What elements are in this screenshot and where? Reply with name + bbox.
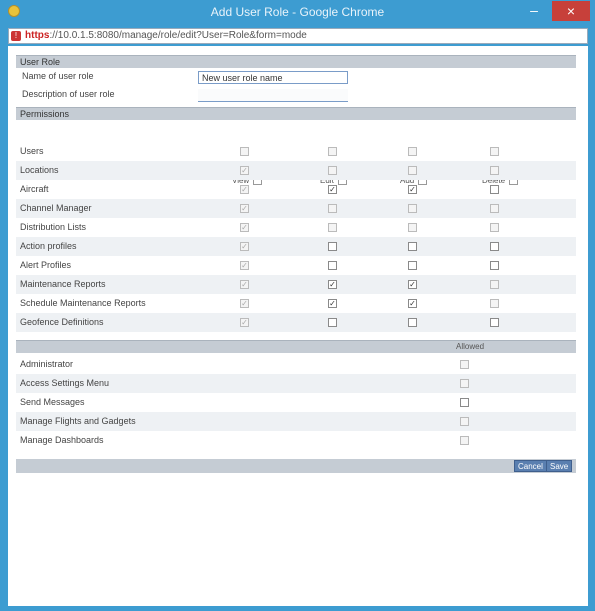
permission-row: Distribution Lists ✓ xyxy=(16,218,576,237)
permission-label: Aircraft xyxy=(20,184,49,194)
extra-permission-label: Administrator xyxy=(20,359,74,369)
permission-checkbox[interactable]: ✓ xyxy=(408,299,417,308)
permission-row: Users xyxy=(16,142,576,161)
permission-checkbox xyxy=(328,147,337,156)
permission-checkbox xyxy=(490,204,499,213)
extra-permission-row: Manage Flights and Gadgets xyxy=(16,412,576,431)
permission-checkbox: ✓ xyxy=(240,223,249,232)
allowed-checkbox xyxy=(460,360,469,369)
permission-label: Geofence Definitions xyxy=(20,317,104,327)
url-text: https://10.0.1.5:8080/manage/role/edit?U… xyxy=(25,30,307,41)
url-path: ://10.0.1.5:8080/manage/role/edit?User=R… xyxy=(49,30,307,41)
permission-label: Action profiles xyxy=(20,241,77,251)
permission-checkbox xyxy=(408,166,417,175)
permission-checkbox[interactable] xyxy=(328,261,337,270)
permissions-header: Permissions xyxy=(16,107,576,120)
lock-icon: ! xyxy=(11,31,21,41)
permission-checkbox[interactable] xyxy=(490,242,499,251)
permission-checkbox xyxy=(408,147,417,156)
address-bar[interactable]: ! https://10.0.1.5:8080/manage/role/edit… xyxy=(8,28,588,44)
dialog-content: User Role Name of user role Description … xyxy=(8,46,588,606)
permission-checkbox[interactable] xyxy=(490,185,499,194)
name-label: Name of user role xyxy=(22,71,94,81)
permission-checkbox[interactable] xyxy=(328,318,337,327)
save-button[interactable]: Save xyxy=(546,460,573,472)
url-protocol: https xyxy=(25,30,50,41)
extra-permission-label: Send Messages xyxy=(20,397,85,407)
permission-checkbox xyxy=(490,280,499,289)
permission-checkbox: ✓ xyxy=(240,242,249,251)
description-label: Description of user role xyxy=(22,89,115,99)
permission-checkbox xyxy=(490,166,499,175)
extra-permission-row: Send Messages xyxy=(16,393,576,412)
extras-header xyxy=(16,340,576,353)
permission-label: Users xyxy=(20,146,44,156)
permission-row: Action profiles ✓ xyxy=(16,237,576,256)
extra-permission-label: Access Settings Menu xyxy=(20,378,110,388)
permission-checkbox: ✓ xyxy=(240,299,249,308)
allowed-checkbox xyxy=(460,417,469,426)
permission-row: Geofence Definitions ✓ xyxy=(16,313,576,332)
permission-checkbox[interactable] xyxy=(328,242,337,251)
permission-checkbox xyxy=(490,147,499,156)
permission-checkbox[interactable] xyxy=(408,242,417,251)
permission-row: Channel Manager ✓ xyxy=(16,199,576,218)
button-bar: Cancel Save xyxy=(16,459,576,473)
permission-checkbox[interactable]: ✓ xyxy=(328,185,337,194)
permission-checkbox[interactable] xyxy=(408,261,417,270)
permission-row: Aircraft ✓ ✓ ✓ xyxy=(16,180,576,199)
permission-label: Schedule Maintenance Reports xyxy=(20,298,146,308)
permission-label: Alert Profiles xyxy=(20,260,72,270)
extra-permission-row: Manage Dashboards xyxy=(16,431,576,450)
permission-row: Alert Profiles ✓ xyxy=(16,256,576,275)
permission-checkbox: ✓ xyxy=(240,185,249,194)
permission-label: Maintenance Reports xyxy=(20,279,106,289)
permission-checkbox[interactable]: ✓ xyxy=(328,280,337,289)
extra-permission-label: Manage Dashboards xyxy=(20,435,104,445)
permission-label: Distribution Lists xyxy=(20,222,87,232)
permission-label: Locations xyxy=(20,165,59,175)
permission-checkbox: ✓ xyxy=(240,318,249,327)
permission-row: Schedule Maintenance Reports ✓ ✓ ✓ xyxy=(16,294,576,313)
permission-checkbox xyxy=(490,223,499,232)
role-name-input[interactable] xyxy=(198,71,348,84)
window-titlebar: Add User Role - Google Chrome – × xyxy=(0,0,595,24)
allowed-column-header: Allowed xyxy=(456,342,485,351)
permission-checkbox[interactable]: ✓ xyxy=(328,299,337,308)
permission-checkbox: ✓ xyxy=(240,166,249,175)
window-title: Add User Role - Google Chrome xyxy=(210,5,385,19)
permission-checkbox: ✓ xyxy=(240,261,249,270)
close-button[interactable]: × xyxy=(552,1,590,21)
permission-checkbox[interactable]: ✓ xyxy=(408,280,417,289)
user-role-header: User Role xyxy=(16,55,576,68)
permission-checkbox xyxy=(408,204,417,213)
allowed-checkbox xyxy=(460,379,469,388)
permission-checkbox xyxy=(328,166,337,175)
permission-row: Locations ✓ xyxy=(16,161,576,180)
permission-checkbox[interactable] xyxy=(490,261,499,270)
permission-checkbox[interactable] xyxy=(408,318,417,327)
allowed-checkbox xyxy=(460,436,469,445)
extra-permission-label: Manage Flights and Gadgets xyxy=(20,416,136,426)
permission-checkbox: ✓ xyxy=(240,204,249,213)
permission-checkbox xyxy=(328,223,337,232)
cancel-button[interactable]: Cancel xyxy=(514,460,547,472)
role-description-input[interactable] xyxy=(198,89,348,102)
allowed-checkbox[interactable] xyxy=(460,398,469,407)
permission-row: Maintenance Reports ✓ ✓ ✓ xyxy=(16,275,576,294)
permission-checkbox: ✓ xyxy=(240,280,249,289)
permission-checkbox[interactable]: ✓ xyxy=(408,185,417,194)
permission-label: Channel Manager xyxy=(20,203,92,213)
permission-checkbox xyxy=(240,147,249,156)
permission-checkbox xyxy=(490,299,499,308)
extra-permission-row: Access Settings Menu xyxy=(16,374,576,393)
permission-checkbox xyxy=(408,223,417,232)
extra-permission-row: Administrator xyxy=(16,355,576,374)
minimize-button[interactable]: – xyxy=(523,3,545,20)
permission-checkbox xyxy=(328,204,337,213)
permission-checkbox[interactable] xyxy=(490,318,499,327)
